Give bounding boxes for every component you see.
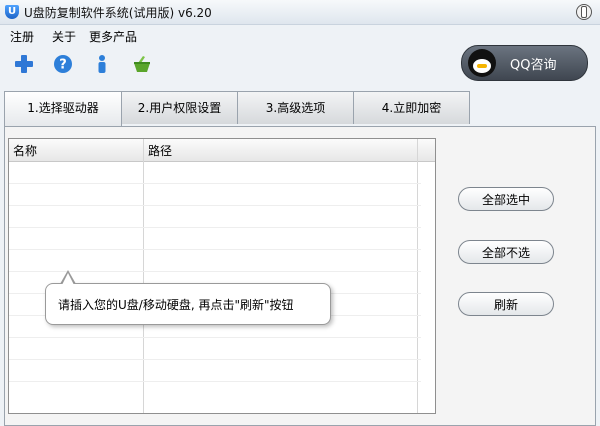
tab-advanced-options[interactable]: 3.高级选项 bbox=[237, 91, 354, 124]
menu-more-products[interactable]: 更多产品 bbox=[89, 28, 137, 45]
refresh-button[interactable]: 刷新 bbox=[458, 292, 554, 316]
drive-list-header: 名称 路径 bbox=[9, 139, 435, 162]
svg-text:?: ? bbox=[59, 58, 67, 73]
qq-penguin-icon bbox=[468, 49, 496, 77]
insert-drive-tooltip: 请插入您的U盘/移动硬盘, 再点击"刷新"按钮 bbox=[45, 283, 331, 325]
column-divider bbox=[417, 139, 418, 413]
tab-strip: 1.选择驱动器 2.用户权限设置 3.高级选项 4.立即加密 bbox=[4, 91, 470, 126]
app-shield-icon: U bbox=[5, 5, 19, 19]
tab-encrypt-now[interactable]: 4.立即加密 bbox=[353, 91, 470, 124]
column-divider bbox=[143, 139, 144, 413]
close-icon[interactable] bbox=[576, 4, 592, 20]
info-icon[interactable] bbox=[92, 54, 112, 74]
tab-user-permissions[interactable]: 2.用户权限设置 bbox=[121, 91, 238, 124]
row-divider bbox=[9, 337, 421, 338]
qq-consult-button[interactable]: QQ咨询 bbox=[461, 45, 588, 81]
row-divider bbox=[9, 249, 421, 250]
row-divider bbox=[9, 381, 421, 382]
add-icon[interactable] bbox=[14, 54, 34, 74]
column-name[interactable]: 名称 bbox=[13, 142, 37, 159]
help-icon[interactable]: ? bbox=[53, 54, 73, 74]
row-divider bbox=[9, 359, 421, 360]
window-title: U盘防复制软件系统(试用版) v6.20 bbox=[24, 6, 212, 20]
row-divider bbox=[9, 227, 421, 228]
row-divider bbox=[9, 205, 421, 206]
tooltip-text: 请插入您的U盘/移动硬盘, 再点击"刷新"按钮 bbox=[58, 298, 294, 312]
tooltip-tail-inner bbox=[62, 273, 74, 285]
qq-consult-label: QQ咨询 bbox=[510, 58, 557, 73]
title-bar: U U盘防复制软件系统(试用版) v6.20 bbox=[0, 0, 600, 25]
column-path[interactable]: 路径 bbox=[148, 142, 172, 159]
menu-about[interactable]: 关于 bbox=[52, 28, 76, 45]
row-divider bbox=[9, 183, 421, 184]
menu-bar: 注册 关于 更多产品 bbox=[0, 25, 600, 47]
basket-icon[interactable] bbox=[132, 54, 152, 74]
select-none-button[interactable]: 全部不选 bbox=[458, 240, 554, 264]
select-all-button[interactable]: 全部选中 bbox=[458, 187, 554, 211]
menu-register[interactable]: 注册 bbox=[10, 28, 34, 45]
tab-select-drive[interactable]: 1.选择驱动器 bbox=[4, 91, 122, 126]
